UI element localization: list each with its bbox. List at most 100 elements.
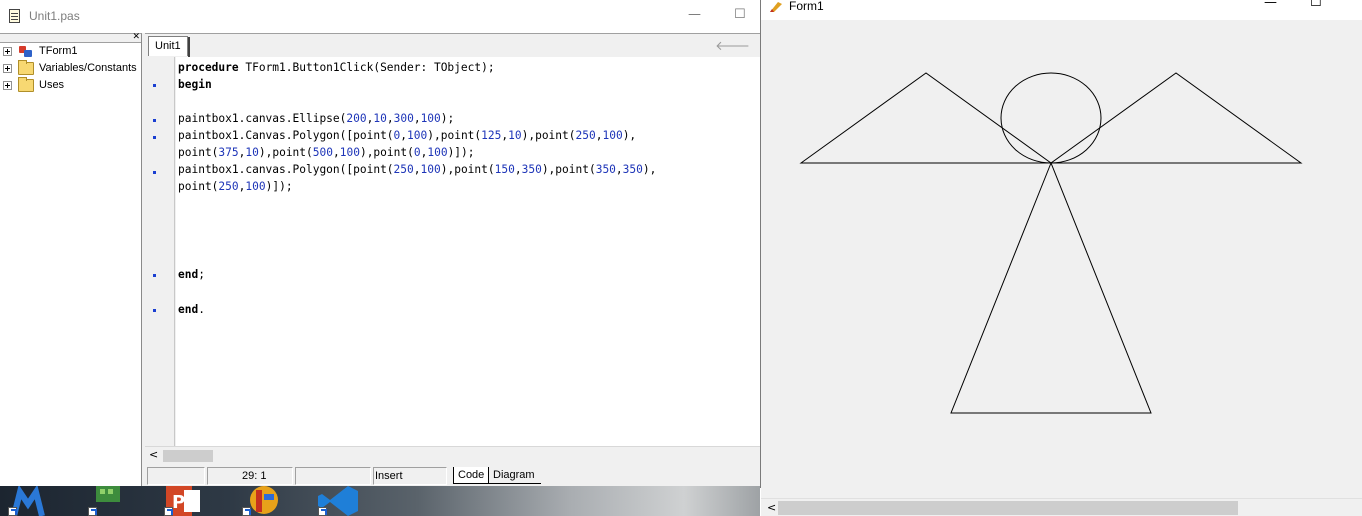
number-literal: 100 [602,129,623,142]
keyword: procedure [178,61,239,74]
code-line: point(250,100)]); [178,178,293,195]
paintbox1[interactable] [761,20,1362,498]
expand-icon[interactable] [3,47,12,56]
desktop-taskbar: P [0,486,760,516]
maximize-button[interactable]: ☐ [734,8,746,22]
code-line: paintbox1.canvas.Ellipse(200,10,300,100)… [178,110,454,127]
back-arrow-icon[interactable]: 🡐 [715,38,750,54]
line-marker [153,136,156,139]
number-literal: 300 [393,112,414,125]
number-literal: 350 [595,163,616,176]
tree-item-tform1[interactable]: TForm1 [0,43,141,60]
form-minimize-button[interactable]: — [1264,0,1277,10]
number-literal: 0 [413,146,421,159]
number-literal: 350 [521,163,542,176]
line-marker [153,119,156,122]
explorer-close-button[interactable]: ✕ [132,32,140,42]
wings-polygon [799,72,1303,164]
tab-code[interactable]: Code [453,467,489,484]
code-text: , [413,112,421,125]
editor-tab-strip: Unit1 🡐 [145,33,760,57]
editor-titlebar[interactable]: Unit1.pas — ☐ [0,0,760,33]
code-text: ),point( [258,146,313,159]
form1-title: Form1 [789,0,824,13]
code-editor[interactable]: procedure TForm1.Button1Click(Sender: TO… [176,57,760,446]
scrollbar-thumb[interactable] [778,501,1238,515]
lazarus-icon[interactable] [242,486,282,516]
tab-unit1[interactable]: Unit1 [148,36,190,57]
tree-item-variables-constants[interactable]: Variables/Constants [0,60,141,77]
folder-icon [18,60,34,75]
shortcut-arrow-icon [242,507,251,516]
line-marker [153,309,156,312]
code-text: . [198,303,205,316]
tree-item-label: TForm1 [39,45,78,57]
number-literal: 125 [481,129,502,142]
code-text: ),point( [440,163,495,176]
number-literal: 375 [218,146,239,159]
malwarebytes-icon[interactable] [8,486,48,516]
editor-statusbar: 29: 1 Insert Code Diagram [145,465,760,486]
app-grid-icon[interactable] [88,486,128,516]
code-text: , [332,146,340,159]
powerpoint-icon[interactable]: P [164,486,204,516]
code-text: paintbox1.canvas.Polygon([point( [178,163,394,176]
form-maximize-button[interactable]: ☐ [1310,0,1322,10]
expand-icon[interactable] [3,64,12,73]
code-line: end; [178,266,205,283]
tree-item-label: Variables/Constants [39,62,137,74]
form-horizontal-scrollbar[interactable]: < [761,498,1362,516]
status-cell-modified [295,467,371,485]
code-text: ), [642,163,657,176]
svg-text:P: P [172,492,185,513]
code-text: , [386,112,394,125]
code-text: point( [178,180,219,193]
form1-window: Form1 — ☐ < [761,0,1362,516]
code-text: ),point( [427,129,482,142]
code-line: begin [178,76,212,93]
cursor-position: 29: 1 [207,467,293,485]
scroll-left-button[interactable]: < [767,501,776,514]
code-line: paintbox1.canvas.Polygon([point(250,100)… [178,161,656,178]
tree-item-uses[interactable]: Uses [0,77,141,94]
shortcut-arrow-icon [164,507,173,516]
code-text: ),point( [521,129,576,142]
body-polygon [950,161,1152,414]
code-pane: Unit1 🡐 procedure TForm1.Button1Click(Se… [145,33,760,465]
code-text: point( [178,146,219,159]
code-text: ), [622,129,637,142]
expand-icon[interactable] [3,81,12,90]
line-marker [153,171,156,174]
line-marker [153,274,156,277]
editor-title: Unit1.pas [29,9,80,23]
code-text: ); [440,112,455,125]
number-literal: 100 [407,129,428,142]
keyword: end [178,303,199,316]
number-literal: 500 [312,146,333,159]
line-gutter[interactable] [145,57,175,446]
document-icon [9,9,20,23]
vscode-icon[interactable] [318,486,358,516]
number-literal: 10 [245,146,259,159]
tree-item-label: Uses [39,79,65,91]
scrollbar-thumb[interactable] [163,450,213,462]
editor-horizontal-scrollbar[interactable]: < [145,446,760,463]
tab-diagram[interactable]: Diagram [489,467,541,484]
minimize-button[interactable]: — [688,8,701,22]
form1-titlebar[interactable]: Form1 — ☐ [761,0,1362,20]
number-literal: 150 [494,163,515,176]
keyword: end [178,268,199,281]
scroll-left-button[interactable]: < [149,448,158,461]
code-text: paintbox1.canvas.Ellipse( [178,112,347,125]
code-text: , [615,163,623,176]
code-text: )]); [265,180,293,193]
code-explorer: ✕ TForm1 Variables/Constants Uses [0,32,142,486]
shortcut-arrow-icon [88,507,97,516]
number-literal: 10 [508,129,522,142]
status-cell-empty [147,467,205,485]
code-text: ; [198,268,205,281]
code-text: ),point( [359,146,414,159]
code-text: TForm1.Button1Click(Sender: TObject); [238,61,495,74]
number-literal: 100 [339,146,360,159]
number-literal: 250 [218,180,239,193]
